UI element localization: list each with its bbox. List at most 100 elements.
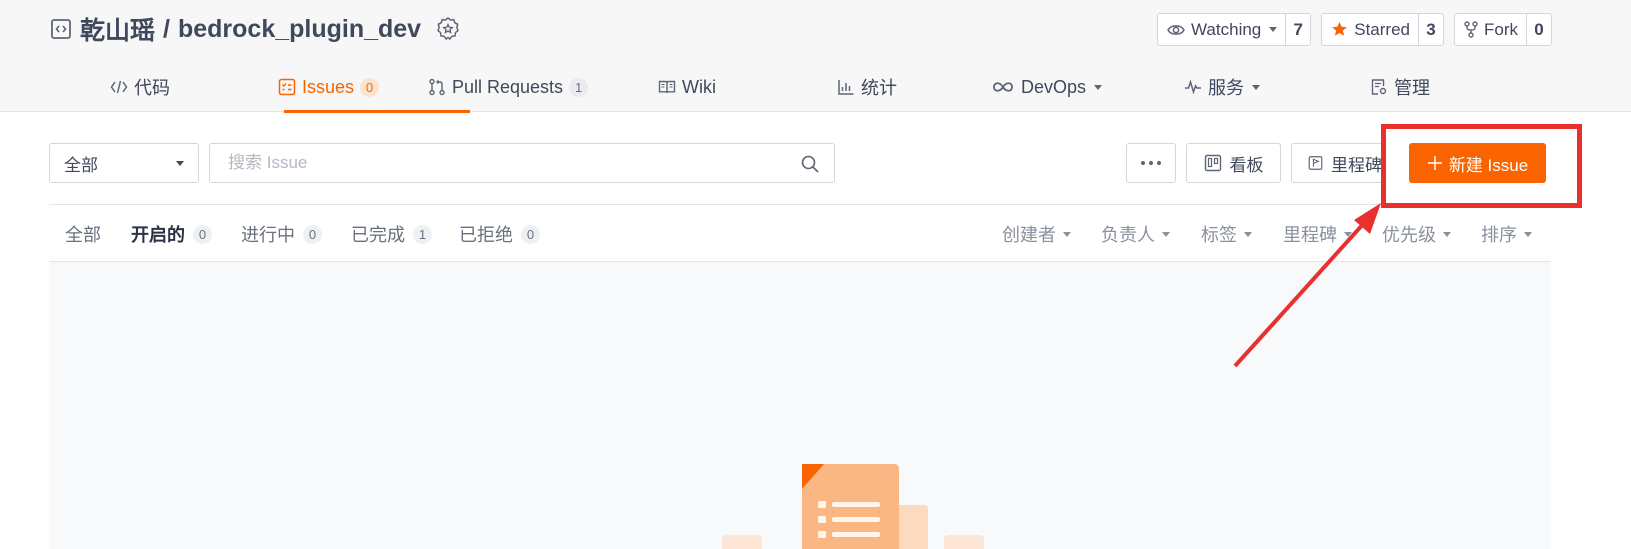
empty-document-illustration xyxy=(722,464,984,549)
tab-issues-label: Issues xyxy=(302,76,355,97)
state-tab-in-progress[interactable]: 进行中 0 xyxy=(241,205,322,263)
filter-milestone[interactable]: 里程碑 xyxy=(1283,205,1352,263)
issues-count-badge: 0 xyxy=(360,77,380,97)
state-count-badge: 1 xyxy=(413,224,432,244)
state-count-badge: 0 xyxy=(193,224,212,244)
chevron-down-icon xyxy=(1524,231,1532,237)
issue-list-empty xyxy=(49,262,1551,549)
tab-manage-label: 管理 xyxy=(1394,78,1430,98)
settings-doc-icon xyxy=(1371,79,1387,95)
chevron-down-icon xyxy=(1443,231,1451,237)
milestone-icon xyxy=(1308,156,1323,170)
tab-pull-requests[interactable]: Pull Requests 1 xyxy=(428,62,589,112)
repo-name-link[interactable]: bedrock_plugin_dev xyxy=(178,15,421,44)
filter-sort[interactable]: 排序 xyxy=(1481,205,1532,263)
repo-actions: Watching 7 Starred 3 Fork 0 xyxy=(1157,13,1552,46)
infinity-icon xyxy=(993,82,1013,92)
fork-count[interactable]: 0 xyxy=(1527,14,1551,45)
tab-devops[interactable]: DevOps xyxy=(991,62,1103,112)
watch-count[interactable]: 7 xyxy=(1286,14,1310,45)
search-input[interactable] xyxy=(210,144,790,182)
pulls-count-badge: 1 xyxy=(569,77,589,97)
milestone-label: 里程碑 xyxy=(1331,155,1382,175)
eye-icon xyxy=(1167,24,1185,35)
tab-wiki[interactable]: Wiki xyxy=(658,62,716,112)
filter-assignee[interactable]: 负责人 xyxy=(1101,205,1170,263)
more-dots-icon xyxy=(1141,161,1161,165)
pulse-icon xyxy=(1185,79,1201,95)
tab-issues[interactable]: Issues 0 xyxy=(278,62,380,112)
repo-nav: 代码 Issues 0 Pull Requests 1 Wiki 统计 DevO… xyxy=(50,62,1551,113)
board-label: 看板 xyxy=(1229,155,1264,175)
state-tab-label: 全部 xyxy=(65,225,101,245)
star-main[interactable]: Starred xyxy=(1322,14,1419,45)
tab-stats[interactable]: 统计 xyxy=(837,62,897,112)
tab-pull-requests-label: Pull Requests xyxy=(452,76,564,97)
repo-owner-link[interactable]: 乾山瑶 xyxy=(80,11,155,47)
tab-manage[interactable]: 管理 xyxy=(1370,62,1430,112)
star-label: Starred xyxy=(1354,19,1410,39)
watch-button[interactable]: Watching 7 xyxy=(1157,13,1312,46)
board-button[interactable]: 看板 xyxy=(1186,143,1281,183)
state-tab-label: 进行中 xyxy=(241,225,295,245)
repo-header: 乾山瑶 / bedrock_plugin_dev Watching 7 Star… xyxy=(0,0,1631,113)
watch-label: Watching xyxy=(1191,19,1262,39)
chevron-down-icon xyxy=(1063,231,1071,237)
tab-services[interactable]: 服务 xyxy=(1184,62,1260,112)
tab-stats-label: 统计 xyxy=(861,78,897,98)
repo-title: 乾山瑶 / bedrock_plugin_dev xyxy=(50,12,461,46)
search-icon[interactable] xyxy=(800,154,820,174)
filter-label: 创建者 xyxy=(1002,225,1056,245)
book-icon xyxy=(658,80,676,94)
bar-chart-icon xyxy=(838,80,854,95)
issues-icon xyxy=(278,78,296,96)
state-tab-rejected[interactable]: 已拒绝 0 xyxy=(459,205,540,263)
issue-toolbar: 全部 看板 里程碑 新建 Iss xyxy=(49,143,1551,183)
scope-select[interactable]: 全部 xyxy=(49,143,199,183)
chevron-down-icon xyxy=(1162,231,1170,237)
filter-label: 里程碑 xyxy=(1283,225,1337,245)
state-tab-label: 开启的 xyxy=(131,225,185,245)
tab-devops-label: DevOps xyxy=(1021,76,1087,97)
fork-main[interactable]: Fork xyxy=(1455,14,1527,45)
milestone-button[interactable]: 里程碑 xyxy=(1291,143,1383,183)
filter-creator[interactable]: 创建者 xyxy=(1002,205,1071,263)
chevron-down-icon xyxy=(1344,231,1352,237)
repo-separator: / xyxy=(163,14,170,43)
fork-icon xyxy=(1464,21,1478,38)
filter-label: 排序 xyxy=(1481,225,1517,245)
chevron-down-icon xyxy=(176,160,184,166)
active-tab-indicator xyxy=(284,110,470,113)
issue-state-bar: 全部 开启的 0 进行中 0 已完成 1 已拒绝 0 创建者 负责人 标签 里程… xyxy=(49,204,1551,262)
kanban-icon xyxy=(1204,154,1221,172)
state-tab-completed[interactable]: 已完成 1 xyxy=(351,205,432,263)
scope-select-value: 全部 xyxy=(64,155,98,175)
filter-label: 负责人 xyxy=(1101,225,1155,245)
state-count-badge: 0 xyxy=(521,224,540,244)
recommend-badge-icon[interactable] xyxy=(435,16,461,42)
fork-button[interactable]: Fork 0 xyxy=(1454,13,1552,46)
pull-request-icon xyxy=(429,78,445,96)
filter-label-dropdown[interactable]: 标签 xyxy=(1201,205,1252,263)
star-button[interactable]: Starred 3 xyxy=(1321,13,1444,46)
star-icon xyxy=(1332,22,1348,36)
state-tab-all[interactable]: 全部 xyxy=(65,205,101,263)
more-button[interactable] xyxy=(1126,143,1176,183)
chevron-down-icon xyxy=(1269,27,1278,32)
chevron-down-icon xyxy=(1244,231,1252,237)
star-count[interactable]: 3 xyxy=(1419,14,1443,45)
state-count-badge: 0 xyxy=(303,224,322,244)
state-tab-label: 已完成 xyxy=(351,225,405,245)
state-tab-open[interactable]: 开启的 0 xyxy=(131,205,212,263)
tab-code[interactable]: 代码 xyxy=(110,62,170,112)
repo-code-icon xyxy=(51,19,71,39)
tab-code-label: 代码 xyxy=(134,78,170,98)
fork-label: Fork xyxy=(1484,19,1518,39)
filter-label: 优先级 xyxy=(1382,225,1436,245)
tab-services-label: 服务 xyxy=(1208,78,1244,98)
filter-priority[interactable]: 优先级 xyxy=(1382,205,1451,263)
watch-main[interactable]: Watching xyxy=(1158,14,1287,45)
chevron-down-icon xyxy=(1252,84,1260,90)
chevron-down-icon xyxy=(1094,84,1103,90)
code-icon xyxy=(110,80,128,94)
